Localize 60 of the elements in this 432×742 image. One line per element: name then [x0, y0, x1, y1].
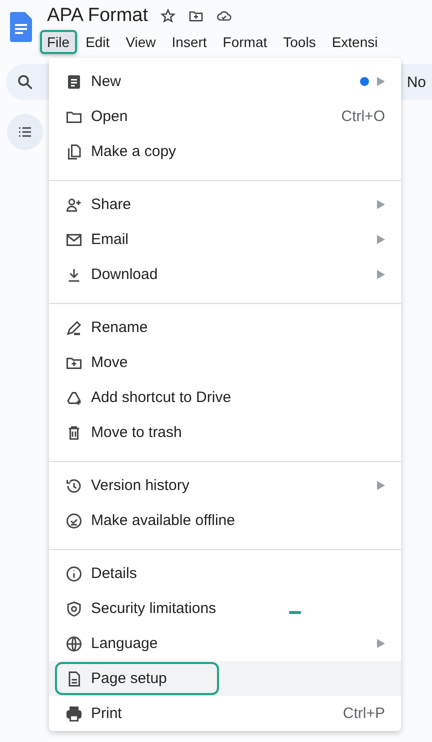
menu-bar-item[interactable]: Insert: [164, 30, 214, 54]
history-icon: [65, 476, 83, 494]
menu-item[interactable]: Add shortcut to Drive: [49, 380, 401, 415]
menu-item-label: Version history: [91, 477, 190, 494]
menu-item[interactable]: Print Ctrl+P: [49, 696, 401, 731]
menu-item[interactable]: Move: [49, 345, 401, 380]
menu-item[interactable]: Share: [49, 187, 401, 222]
menu-item[interactable]: Open Ctrl+O: [49, 99, 401, 134]
shield-icon: [65, 600, 83, 618]
menu-item-label: Make available offline: [91, 512, 235, 529]
document-title[interactable]: APA Format: [47, 5, 148, 27]
menu-item[interactable]: Security limitations: [49, 591, 401, 626]
menu-bar-item[interactable]: Extensi: [324, 30, 385, 54]
menu-bar-item[interactable]: View: [118, 30, 163, 54]
menu-item-label: Page setup: [57, 664, 217, 693]
menu-item[interactable]: Make a copy: [49, 134, 401, 169]
menu-item[interactable]: Move to trash: [49, 415, 401, 450]
menu-item-label: Details: [91, 565, 137, 582]
printer-icon: [65, 704, 83, 722]
toolbar-text[interactable]: No: [406, 74, 426, 90]
person-add-icon: [65, 196, 83, 214]
menu-item[interactable]: Version history: [49, 468, 401, 503]
pencil-icon: [65, 318, 83, 336]
menu-item-label: Move to trash: [91, 424, 182, 441]
menu-item[interactable]: Email: [49, 222, 401, 257]
menu-item-label: Download: [91, 266, 158, 283]
shortcut-text: Ctrl+O: [341, 108, 385, 125]
menu-item[interactable]: Rename: [49, 310, 401, 345]
menu-item[interactable]: New: [49, 64, 401, 99]
menu-item-label: Language: [91, 635, 158, 652]
menu-item[interactable]: Details: [49, 556, 401, 591]
menu-item-label: Share: [91, 196, 132, 213]
menu-bar-item[interactable]: Tools: [276, 30, 323, 54]
shortcut-text: Ctrl+P: [342, 705, 385, 722]
offline-check-icon: [65, 512, 83, 530]
menu-item-label: Security limitations: [91, 600, 216, 617]
globe-icon: [65, 634, 83, 652]
info-icon: [65, 564, 83, 582]
menu-item-label: Make a copy: [91, 143, 176, 160]
menu-bar-item[interactable]: Edit: [78, 30, 117, 54]
menu-bar-item[interactable]: Format: [216, 30, 274, 54]
menu-item[interactable]: Download: [49, 257, 401, 292]
menu-item-label: Email: [91, 231, 129, 248]
outline-button[interactable]: [7, 114, 43, 150]
annotation-mark: [289, 611, 301, 614]
menu-item-label: Open: [91, 108, 128, 125]
menu-item-label: Move: [91, 354, 128, 371]
list-icon: [17, 124, 33, 140]
menu-item-label: Add shortcut to Drive: [91, 389, 232, 406]
menu-item-label: New: [91, 73, 122, 90]
menu-item-label: Print: [91, 705, 122, 722]
menu-bar-item[interactable]: File: [40, 30, 77, 54]
document-icon: [65, 72, 83, 90]
menu-item[interactable]: Make available offline: [49, 503, 401, 538]
menu-item[interactable]: Language: [49, 626, 401, 661]
menu-item-label: Rename: [91, 319, 148, 336]
search-icon[interactable]: [16, 73, 34, 91]
copy-icon: [65, 142, 83, 160]
star-icon[interactable]: [160, 8, 176, 24]
menu-item[interactable]: Page setup: [49, 661, 401, 696]
